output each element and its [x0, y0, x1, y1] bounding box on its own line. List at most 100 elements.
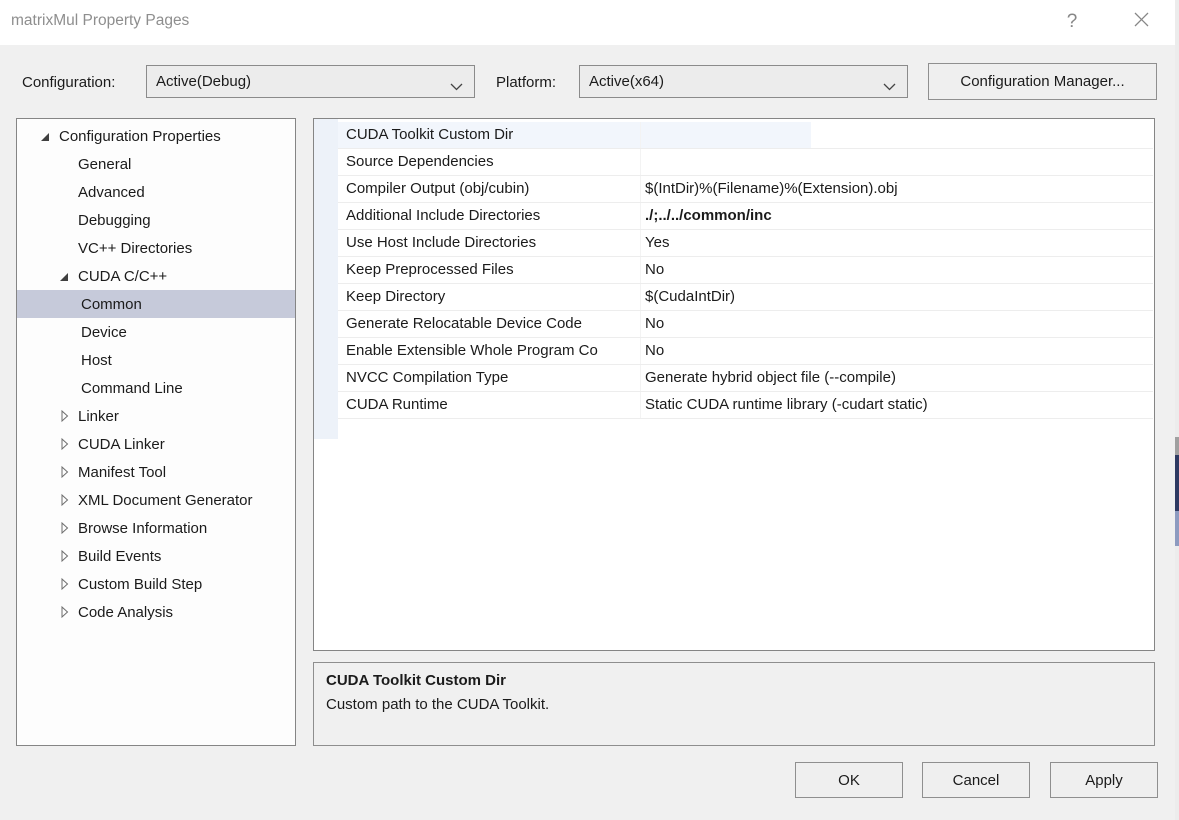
property-row-additional-include-directories[interactable]: Additional Include Directories ./;../../…: [338, 203, 1153, 230]
tree-item-code-analysis[interactable]: Code Analysis: [17, 598, 295, 626]
apply-button[interactable]: Apply: [1050, 762, 1158, 798]
tree-item-xml-document-generator[interactable]: XML Document Generator: [17, 486, 295, 514]
property-name: Generate Relocatable Device Code: [338, 311, 641, 337]
tree-item-host[interactable]: Host: [17, 346, 295, 374]
tree-item-label: VC++ Directories: [78, 240, 192, 257]
tree-item-label: Host: [81, 352, 112, 369]
tree-item-label: Linker: [78, 408, 119, 425]
property-grid: CUDA Toolkit Custom Dir Source Dependenc…: [313, 118, 1155, 651]
tree-item-cuda-c-cpp[interactable]: CUDA C/C++: [17, 262, 295, 290]
tree-item-browse-information[interactable]: Browse Information: [17, 514, 295, 542]
tree-item-label: Configuration Properties: [59, 128, 221, 145]
property-grid-gutter: [314, 119, 338, 439]
configuration-select[interactable]: Active(Debug): [146, 65, 475, 98]
property-value[interactable]: $(IntDir)%(Filename)%(Extension).obj: [641, 176, 1153, 202]
collapsed-icon[interactable]: [58, 605, 78, 619]
chevron-down-icon: [883, 78, 896, 95]
help-button[interactable]: ?: [1055, 6, 1089, 38]
tree-item-custom-build-step[interactable]: Custom Build Step: [17, 570, 295, 598]
property-name: Compiler Output (obj/cubin): [338, 176, 641, 202]
property-pages-dialog: matrixMul Property Pages ? Configuration…: [0, 0, 1179, 820]
tree-item-label: CUDA C/C++: [78, 268, 167, 285]
tree-item-advanced[interactable]: Advanced: [17, 178, 295, 206]
property-row-nvcc-compilation-type[interactable]: NVCC Compilation Type Generate hybrid ob…: [338, 365, 1153, 392]
property-name: Source Dependencies: [338, 149, 641, 175]
property-value[interactable]: [641, 149, 1153, 175]
property-value[interactable]: No: [641, 311, 1153, 337]
description-title: CUDA Toolkit Custom Dir: [326, 672, 1142, 689]
tree-item-debugging[interactable]: Debugging: [17, 206, 295, 234]
tree-item-label: Browse Information: [78, 520, 207, 537]
collapsed-icon[interactable]: [58, 465, 78, 479]
property-row-compiler-output[interactable]: Compiler Output (obj/cubin) $(IntDir)%(F…: [338, 176, 1153, 203]
tree-item-device[interactable]: Device: [17, 318, 295, 346]
tree-item-vcpp-directories[interactable]: VC++ Directories: [17, 234, 295, 262]
tree-item-general[interactable]: General: [17, 150, 295, 178]
ok-button-label: OK: [838, 772, 860, 789]
tree-item-command-line[interactable]: Command Line: [17, 374, 295, 402]
platform-value: Active(x64): [589, 73, 664, 90]
collapsed-icon[interactable]: [58, 437, 78, 451]
description-pane: CUDA Toolkit Custom Dir Custom path to t…: [313, 662, 1155, 746]
tree-item-label: Command Line: [81, 380, 183, 397]
property-row-generate-relocatable-device-code[interactable]: Generate Relocatable Device Code No: [338, 311, 1153, 338]
property-row-cuda-toolkit-custom-dir[interactable]: CUDA Toolkit Custom Dir: [338, 122, 1153, 149]
property-row-cuda-runtime[interactable]: CUDA Runtime Static CUDA runtime library…: [338, 392, 1153, 419]
tree-item-label: Custom Build Step: [78, 576, 202, 593]
background-window-edge: [1175, 0, 1179, 820]
property-value[interactable]: No: [641, 257, 1153, 283]
background-scrollbar-thumb-light: [1175, 511, 1179, 546]
tree-item-label: Debugging: [78, 212, 151, 229]
collapsed-icon[interactable]: [58, 521, 78, 535]
property-value[interactable]: Static CUDA runtime library (-cudart sta…: [641, 392, 1153, 418]
configuration-manager-button[interactable]: Configuration Manager...: [928, 63, 1157, 100]
property-name: Additional Include Directories: [338, 203, 641, 229]
cancel-button-label: Cancel: [953, 772, 1000, 789]
tree-item-build-events[interactable]: Build Events: [17, 542, 295, 570]
background-scrollbar-thumb: [1175, 455, 1179, 511]
close-icon: [1133, 11, 1150, 33]
property-name: CUDA Runtime: [338, 392, 641, 418]
platform-select[interactable]: Active(x64): [579, 65, 908, 98]
property-row-use-host-include-directories[interactable]: Use Host Include Directories Yes: [338, 230, 1153, 257]
expanded-icon[interactable]: [58, 270, 78, 283]
tree-item-common[interactable]: Common: [17, 290, 295, 318]
tree-item-cuda-linker[interactable]: CUDA Linker: [17, 430, 295, 458]
property-value[interactable]: Yes: [641, 230, 1153, 256]
collapsed-icon[interactable]: [58, 409, 78, 423]
collapsed-icon[interactable]: [58, 577, 78, 591]
property-value[interactable]: [641, 122, 1153, 148]
property-row-source-dependencies[interactable]: Source Dependencies: [338, 149, 1153, 176]
tree-item-label: Code Analysis: [78, 604, 173, 621]
configuration-manager-label: Configuration Manager...: [960, 73, 1124, 90]
tree-item-label: XML Document Generator: [78, 492, 253, 509]
tree-item-manifest-tool[interactable]: Manifest Tool: [17, 458, 295, 486]
close-button[interactable]: [1124, 6, 1158, 38]
tree-item-label: Build Events: [78, 548, 161, 565]
collapsed-icon[interactable]: [58, 549, 78, 563]
expanded-icon[interactable]: [39, 130, 59, 143]
ok-button[interactable]: OK: [795, 762, 903, 798]
property-row-keep-preprocessed-files[interactable]: Keep Preprocessed Files No: [338, 257, 1153, 284]
property-row-enable-extensible-whole-program[interactable]: Enable Extensible Whole Program Co No: [338, 338, 1153, 365]
property-value[interactable]: No: [641, 338, 1153, 364]
category-tree: Configuration Properties General Advance…: [16, 118, 296, 746]
tree-item-configuration-properties[interactable]: Configuration Properties: [17, 122, 295, 150]
property-row-keep-directory[interactable]: Keep Directory $(CudaIntDir): [338, 284, 1153, 311]
tree-item-label: Common: [81, 296, 142, 313]
chevron-down-icon: [450, 78, 463, 95]
tree-item-label: Manifest Tool: [78, 464, 166, 481]
tree-item-linker[interactable]: Linker: [17, 402, 295, 430]
tree-item-label: Device: [81, 324, 127, 341]
property-name: Keep Directory: [338, 284, 641, 310]
cancel-button[interactable]: Cancel: [922, 762, 1030, 798]
window-title: matrixMul Property Pages: [11, 12, 189, 30]
property-value[interactable]: ./;../../common/inc: [641, 203, 1153, 229]
property-value[interactable]: $(CudaIntDir): [641, 284, 1153, 310]
property-value[interactable]: Generate hybrid object file (--compile): [641, 365, 1153, 391]
property-name: NVCC Compilation Type: [338, 365, 641, 391]
description-text: Custom path to the CUDA Toolkit.: [326, 696, 1142, 713]
property-name: Use Host Include Directories: [338, 230, 641, 256]
collapsed-icon[interactable]: [58, 493, 78, 507]
platform-label: Platform:: [496, 74, 556, 91]
